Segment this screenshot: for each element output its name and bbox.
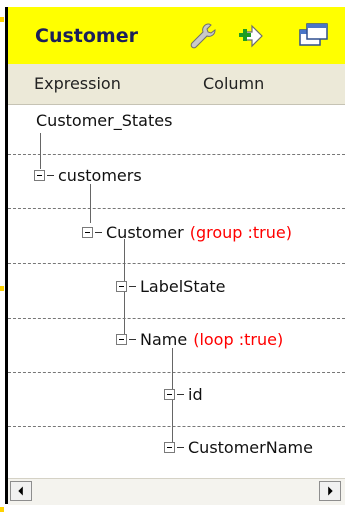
horizontal-scrollbar[interactable]	[8, 478, 345, 505]
tree-node: LabelState	[116, 277, 226, 296]
tree-node-label: customers	[58, 166, 142, 185]
expression-column-header[interactable]: Expression	[34, 74, 121, 93]
collapse-toggle-icon[interactable]	[34, 170, 45, 181]
tree-node: id	[164, 385, 203, 404]
edge-marker-top	[0, 17, 4, 22]
tree-branch-line	[95, 232, 102, 233]
collapse-toggle-icon[interactable]	[164, 389, 175, 400]
add-arrow-icon[interactable]	[238, 21, 270, 51]
tree-node-label: Name	[140, 330, 188, 349]
panel-title: Customer	[35, 25, 138, 47]
window-icon[interactable]	[297, 21, 329, 51]
tree-node-label: Customer	[106, 223, 184, 242]
tree-node: Customer (group :true)	[82, 223, 292, 242]
tree-root-node: Customer_States	[36, 111, 172, 130]
tree-node-label: id	[188, 385, 203, 404]
tree-row[interactable]: Name (loop :true)	[8, 319, 345, 373]
tree-root-row[interactable]: Customer_States	[8, 104, 345, 152]
panel-titlebar: Customer	[8, 7, 345, 65]
arrow-right-icon	[328, 486, 333, 496]
collapse-toggle-icon[interactable]	[116, 334, 127, 345]
column-column-header[interactable]: Column	[203, 74, 264, 93]
scroll-left-button[interactable]	[10, 481, 32, 501]
loop-attribute: (loop :true)	[193, 330, 284, 349]
scroll-right-button[interactable]	[319, 481, 341, 501]
tree-row[interactable]: LabelState	[8, 264, 345, 318]
customer-mapping-panel: Customer Expression Column Customer_Stat…	[0, 0, 345, 513]
collapse-toggle-icon[interactable]	[82, 227, 93, 238]
tree-branch-line	[177, 447, 184, 448]
arrow-left-icon	[18, 486, 23, 496]
tree-branch-line	[47, 175, 54, 176]
tree-row[interactable]: customers	[8, 155, 345, 209]
edge-marker-bottom	[0, 507, 4, 512]
tree-node: customers	[34, 166, 142, 185]
tree-node: Name (loop :true)	[116, 330, 283, 349]
collapse-toggle-icon[interactable]	[116, 281, 127, 292]
tree-row[interactable]: CustomerName	[8, 427, 345, 477]
tree-node-label: CustomerName	[188, 438, 313, 457]
collapse-toggle-icon[interactable]	[164, 442, 175, 453]
tree-branch-line	[129, 339, 136, 340]
tree-branch-line	[129, 286, 136, 287]
tree-root-label: Customer_States	[36, 111, 173, 130]
tree-row[interactable]: id	[8, 373, 345, 427]
wrench-icon[interactable]	[187, 21, 219, 51]
tree-branch-line	[177, 394, 184, 395]
group-attribute: (group :true)	[189, 223, 292, 242]
tree-node-label: LabelState	[140, 277, 226, 296]
tree-row[interactable]: Customer (group :true)	[8, 209, 345, 263]
column-header: Expression Column	[8, 64, 345, 105]
edge-marker-middle	[0, 286, 4, 291]
tree-node: CustomerName	[164, 438, 313, 457]
